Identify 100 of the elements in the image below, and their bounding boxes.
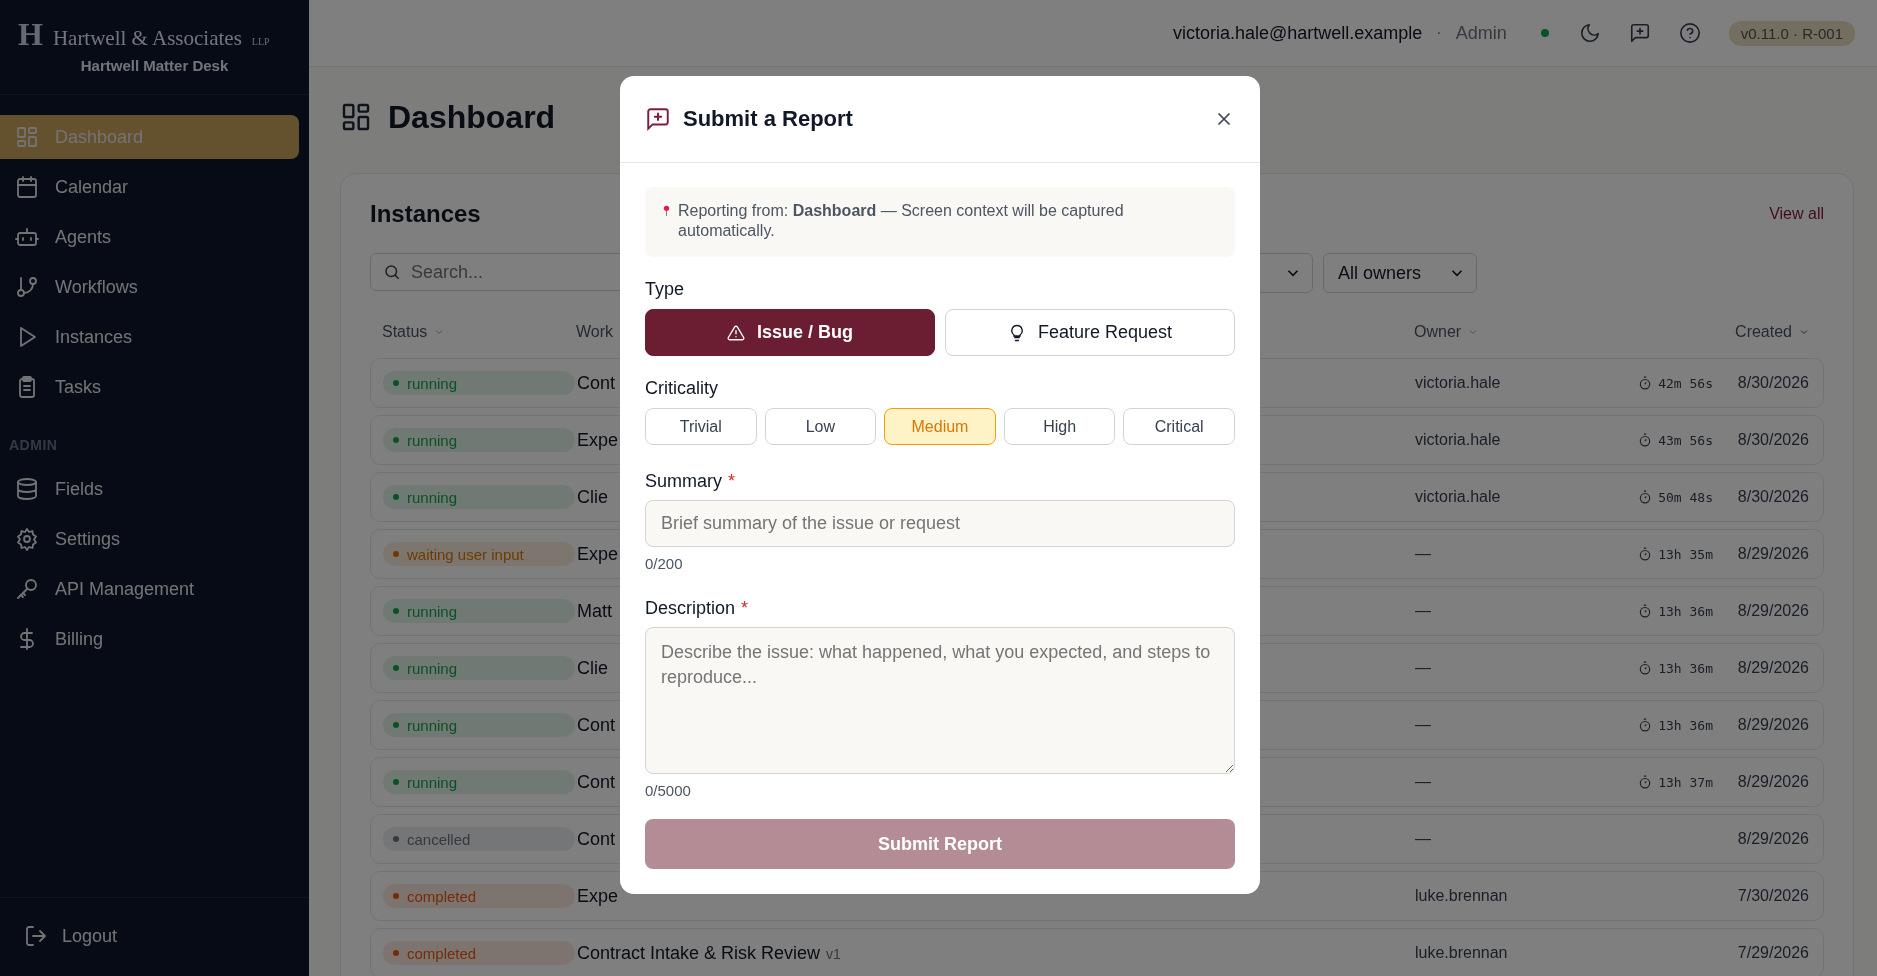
owner-select[interactable]: All owners — [1323, 253, 1477, 293]
duration-cell: 50m 48s — [1658, 489, 1713, 505]
timer-icon — [1638, 661, 1653, 675]
sidebar-item[interactable]: Agents — [0, 215, 299, 259]
user-role: Admin — [1455, 22, 1507, 44]
logout-link[interactable]: Logout — [0, 897, 309, 976]
owner-cell-text: — — [1415, 659, 1432, 677]
database-icon — [15, 477, 39, 501]
timer-icon — [1638, 718, 1653, 732]
sidebar-item[interactable]: Fields — [0, 467, 299, 511]
date-cell-text: 8/29/2026 — [1736, 602, 1809, 620]
duration-cell: 13h 36m — [1658, 603, 1713, 619]
date-cell-text: 8/29/2026 — [1736, 773, 1809, 791]
field-label: Summary — [645, 471, 722, 492]
settings-icon — [15, 527, 39, 551]
separator-dot: · — [1436, 24, 1442, 42]
duration-cell: 13h 35m — [1658, 546, 1713, 562]
robot-icon — [15, 225, 39, 249]
owner-cell-text: — — [1415, 716, 1432, 734]
date-cell-text: 8/30/2026 — [1736, 488, 1809, 506]
timer-icon — [1638, 433, 1653, 447]
criticality-option[interactable]: Medium — [884, 408, 996, 445]
grid-icon — [340, 101, 372, 133]
calendar-icon — [15, 175, 39, 199]
column-header[interactable]: Created — [1735, 323, 1810, 341]
page-title: Dashboard — [388, 98, 556, 136]
type-option[interactable]: Issue / Bug — [645, 309, 935, 356]
workflow-name: Cont — [577, 828, 616, 850]
dialog-title: Submit a Report — [683, 106, 854, 132]
criticality-option[interactable]: Critical — [1123, 408, 1235, 445]
column-header[interactable]: Work — [576, 323, 614, 341]
criticality-option[interactable]: High — [1003, 408, 1116, 445]
warning-icon — [727, 323, 745, 342]
duration-cell: 13h 36m — [1658, 660, 1713, 676]
timer-icon — [1638, 376, 1653, 390]
sidebar-item[interactable]: API Management — [0, 567, 299, 611]
date-cell-text: 7/30/2026 — [1736, 887, 1809, 905]
workflow-name: Expe — [577, 885, 619, 907]
field-label: Criticality — [645, 378, 719, 399]
workflow-name: Cont — [577, 771, 616, 793]
workflow-name: Clie — [577, 657, 608, 679]
field-label: Description — [645, 598, 736, 619]
help-icon[interactable] — [1678, 22, 1701, 44]
date-cell-text: 8/30/2026 — [1736, 431, 1809, 449]
feedback-icon[interactable] — [1628, 22, 1651, 44]
workflow-name: Cont — [577, 714, 616, 736]
date-cell-text: 8/30/2026 — [1736, 374, 1809, 392]
required-mark: * — [741, 598, 749, 619]
owner-cell-text: — — [1415, 773, 1432, 791]
sidebar-item[interactable]: Calendar — [0, 165, 299, 209]
firm-name: Hartwell & Associates — [52, 26, 242, 51]
feedback-icon — [645, 106, 671, 132]
owner-cell-text: — — [1415, 602, 1432, 620]
owner-cell-text: victoria.hale — [1415, 488, 1502, 506]
duration-cell: 43m 56s — [1658, 432, 1713, 448]
date-cell-text: 8/29/2026 — [1736, 716, 1809, 734]
moon-icon[interactable] — [1578, 22, 1601, 44]
column-header[interactable]: Owner — [1414, 323, 1480, 341]
workflow-name: Expe — [577, 429, 619, 451]
user-email: victoria.hale@hartwell.example — [1172, 22, 1423, 44]
workflow-name: Expe — [577, 543, 619, 565]
owner-cell-text: luke.brennan — [1415, 944, 1509, 962]
duration-cell: 42m 56s — [1658, 375, 1713, 391]
workflow-name: Cont — [577, 372, 616, 394]
owner-cell-text: victoria.hale — [1415, 431, 1502, 449]
type-option[interactable]: Feature Request — [945, 309, 1235, 356]
criticality-option[interactable]: Trivial — [645, 408, 757, 445]
workflow-name: Contract Intake & Risk Review — [577, 942, 821, 964]
criticality-option[interactable]: Low — [764, 408, 877, 445]
view-all-link[interactable]: View all — [1769, 205, 1824, 223]
context-text: Reporting from: Dashboard — Screen context will be captured automatically. — [678, 201, 1125, 241]
column-header[interactable]: Status — [382, 323, 446, 341]
sidebar-item[interactable]: Tasks — [0, 365, 299, 409]
logout-icon — [24, 924, 48, 948]
version-badge: v0.11.0 · R-001 — [1728, 20, 1855, 46]
timer-icon — [1638, 490, 1653, 504]
sidebar-item[interactable]: Workflows — [0, 265, 299, 309]
workflow-name: Clie — [577, 486, 608, 508]
version-label: v1 — [826, 945, 841, 962]
sidebar-item[interactable]: Settings — [0, 517, 299, 561]
owner-cell-text: luke.brennan — [1415, 887, 1509, 905]
timer-icon — [1638, 775, 1653, 789]
description-field[interactable]: Describe the issue: what happened, what you expected, and steps to reproduce... — [645, 627, 1235, 774]
search-icon — [383, 263, 401, 281]
character-counter: 0/5000 — [645, 782, 692, 799]
date-cell-text: 7/29/2026 — [1736, 944, 1809, 962]
date-cell-text: 8/29/2026 — [1736, 545, 1809, 563]
duration-cell: 13h 36m — [1658, 717, 1713, 733]
sidebar-item[interactable]: Billing — [0, 617, 299, 661]
branch-icon — [15, 275, 39, 299]
required-mark: * — [728, 471, 736, 492]
date-cell-text: 8/29/2026 — [1736, 830, 1809, 848]
owner-cell-text: — — [1415, 545, 1432, 563]
sidebar-item[interactable]: Instances — [0, 315, 299, 359]
field-label: Type — [645, 279, 686, 300]
online-dot-icon — [1540, 29, 1549, 37]
character-counter: 0/200 — [645, 555, 684, 572]
summary-field[interactable]: Brief summary of the issue or request — [645, 500, 1235, 547]
grid-icon — [15, 125, 39, 149]
date-cell-text: 8/29/2026 — [1736, 659, 1809, 677]
